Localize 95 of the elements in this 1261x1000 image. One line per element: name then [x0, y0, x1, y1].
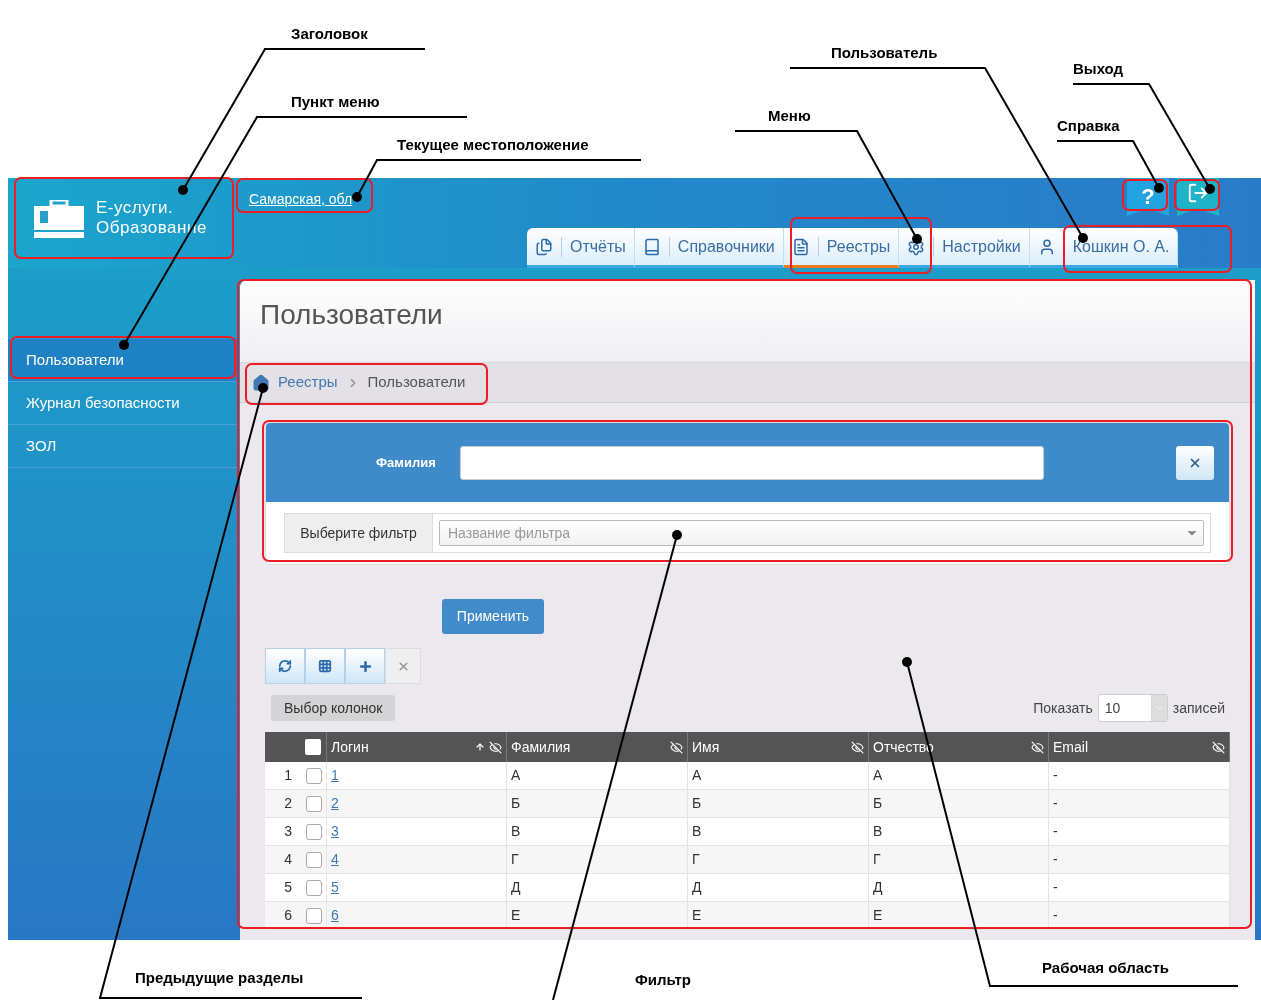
table-cell-text: Е — [692, 906, 702, 925]
table-cell-text: - — [1053, 794, 1058, 813]
callout-label: Предыдущие разделы — [135, 968, 304, 988]
hide-column-icon[interactable] — [851, 740, 864, 754]
choose-columns-button[interactable]: Выбор колонок — [271, 695, 396, 721]
callout-label: Выход — [1073, 59, 1124, 79]
plus-icon — [357, 658, 373, 674]
table-cell-text: Е — [511, 906, 521, 925]
apply-button[interactable]: Применить — [442, 599, 544, 634]
files-icon — [535, 237, 553, 256]
table-cell-text: Б — [511, 794, 521, 813]
table-cell-text: Е — [873, 906, 883, 925]
records-label: записей — [1172, 698, 1225, 718]
row-number: 3 — [283, 822, 292, 841]
briefcase-logo-icon — [34, 200, 84, 238]
toolbar-button[interactable] — [345, 648, 385, 684]
table-cell-text: - — [1053, 766, 1058, 785]
login-link[interactable]: 4 — [331, 849, 339, 870]
table-cell-text: - — [1053, 906, 1058, 925]
row-number: 1 — [283, 766, 292, 785]
callout-label: Справка — [1057, 116, 1120, 136]
row-number: 2 — [283, 794, 292, 813]
table-cell-text: Д — [511, 878, 521, 897]
row-number: 4 — [283, 850, 292, 869]
table-cell-text: Г — [511, 850, 519, 869]
page-size-select[interactable]: 10 — [1097, 694, 1168, 722]
table-cell-text: - — [1053, 850, 1058, 869]
sidebar-item[interactable]: ЗОЛ — [8, 425, 238, 468]
table-cell-text: Г — [873, 850, 881, 869]
hide-column-icon[interactable] — [489, 740, 502, 754]
row-checkbox[interactable] — [306, 823, 322, 840]
row-checkbox[interactable] — [306, 795, 322, 812]
table-cell-text: А — [873, 766, 883, 785]
select-addon: Выберите фильтр — [285, 514, 433, 552]
sort-arrow-icon — [475, 742, 485, 752]
menu-tab[interactable]: Настройки — [899, 228, 1030, 268]
table-cell-text: В — [873, 822, 883, 841]
menu-tab[interactable]: Отчёты — [527, 228, 635, 268]
book-icon — [642, 237, 661, 256]
page-title: Пользователи — [260, 298, 443, 332]
login-link[interactable]: 1 — [331, 765, 339, 786]
callout-label: Пункт меню — [291, 92, 380, 112]
table-cell-text: Д — [873, 878, 883, 897]
row-number: 6 — [283, 906, 292, 925]
table-cell-text: А — [511, 766, 521, 785]
exit-icon — [1187, 182, 1209, 204]
sidebar-item[interactable]: Пользователи — [8, 339, 238, 382]
hide-column-icon[interactable] — [1031, 740, 1044, 754]
table-cell-text: - — [1053, 878, 1058, 897]
table-cell-text: Б — [692, 794, 702, 813]
document-icon — [791, 237, 810, 256]
table-cell-text: В — [692, 822, 702, 841]
callout-label: Фильтр — [635, 970, 691, 990]
menu-tab[interactable]: Кошкин О. А. — [1029, 228, 1179, 268]
callout-label: Пользователь — [831, 43, 938, 63]
table-cell-text: А — [692, 766, 702, 785]
table-cell-text: В — [511, 822, 521, 841]
login-link[interactable]: 3 — [331, 821, 339, 842]
login-link[interactable]: 5 — [331, 877, 339, 898]
show-label: Показать — [1033, 698, 1093, 718]
row-checkbox[interactable] — [306, 851, 322, 868]
row-number: 5 — [283, 878, 292, 897]
surname-input[interactable] — [460, 445, 1044, 480]
menu-tab[interactable]: Реестры — [783, 228, 900, 268]
toolbar-button[interactable] — [305, 648, 345, 684]
breadcrumb-current: Пользователи — [367, 372, 466, 393]
select-all-checkbox[interactable] — [305, 739, 321, 755]
breadcrumb-link[interactable]: Реестры — [278, 371, 338, 394]
grid-icon — [318, 659, 332, 673]
callout-label: Меню — [768, 106, 811, 126]
menu-tab[interactable]: Справочники — [634, 228, 784, 268]
close-icon — [396, 659, 410, 673]
row-checkbox[interactable] — [306, 767, 322, 784]
callout-label: Текущее местоположение — [397, 135, 589, 155]
close-filter-button[interactable] — [1176, 445, 1214, 480]
callout-label: Заголовок — [291, 24, 368, 44]
table-cell-text: Б — [873, 794, 883, 813]
login-link[interactable]: 2 — [331, 793, 339, 814]
filter-select[interactable]: Название фильтра — [439, 520, 1204, 546]
location-link[interactable]: Самарская, обл — [249, 189, 353, 207]
callout-label: Рабочая область — [1042, 958, 1169, 978]
table-cell-text: Г — [692, 850, 700, 869]
table-cell-text: - — [1053, 822, 1058, 841]
row-checkbox[interactable] — [306, 907, 322, 924]
hide-column-icon[interactable] — [1212, 740, 1225, 754]
highlight-frame — [1122, 179, 1168, 211]
toolbar-button[interactable] — [265, 648, 305, 684]
login-link[interactable]: 6 — [331, 905, 339, 926]
sidebar-item[interactable]: Журнал безопасности — [8, 382, 238, 425]
highlight-frame — [1174, 179, 1220, 211]
field-label: Фамилия — [376, 453, 437, 472]
table-cell-text: Д — [692, 878, 702, 897]
refresh-icon — [278, 659, 292, 673]
hide-column-icon[interactable] — [670, 740, 683, 754]
row-checkbox[interactable] — [306, 879, 322, 896]
